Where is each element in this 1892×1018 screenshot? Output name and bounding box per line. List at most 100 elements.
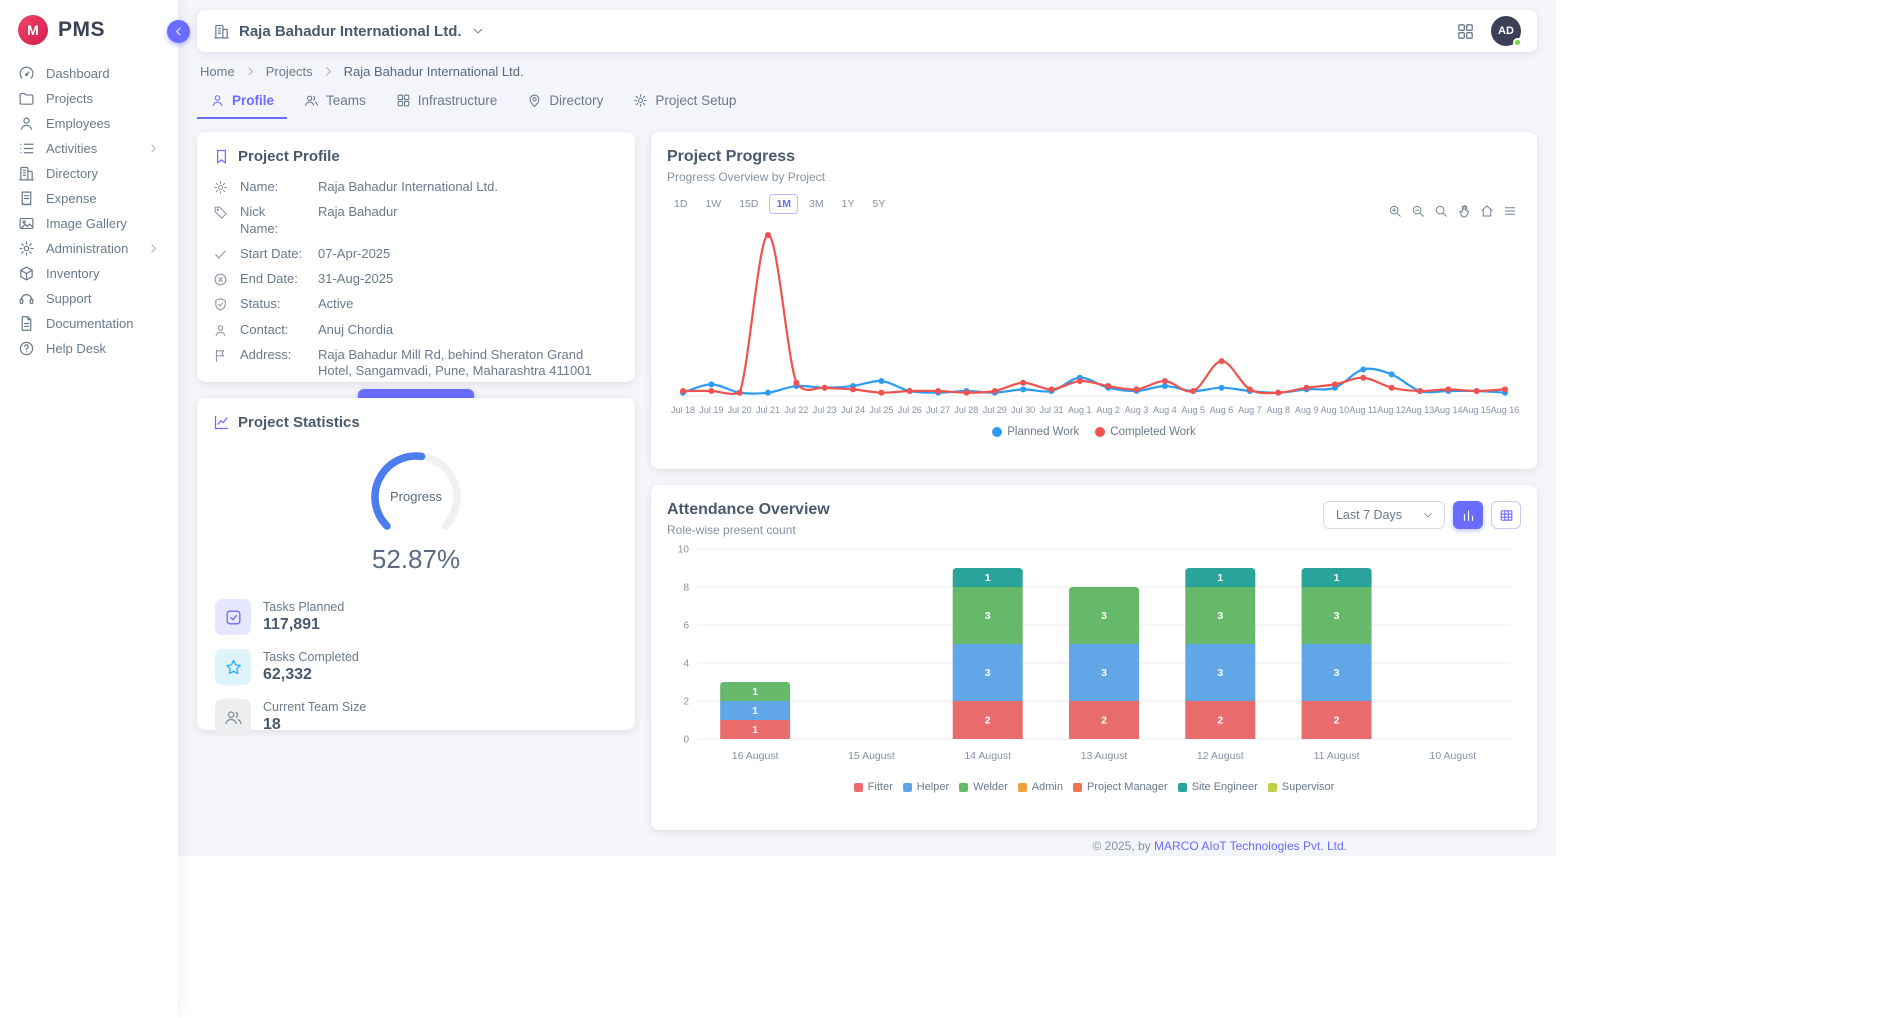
legend-item[interactable]: Planned Work [992,426,1079,438]
breadcrumb-home[interactable]: Home [200,64,235,79]
bar-view-toggle[interactable] [1453,501,1483,529]
svg-text:6: 6 [683,621,689,632]
tab-label: Teams [326,93,366,108]
legend-marker [1073,783,1082,792]
svg-text:2: 2 [1334,715,1340,727]
breadcrumb-projects[interactable]: Projects [266,64,313,79]
field-label: Address: [240,347,306,363]
sidebar: M PMS Dashboard Projects Employees Activ… [0,0,178,1018]
sidebar-item-documentation[interactable]: Documentation [0,311,178,336]
legend-item[interactable]: Project Manager [1073,781,1168,793]
sidebar-item-administration[interactable]: Administration [0,236,178,261]
svg-text:Jul 27: Jul 27 [926,405,950,415]
shield-icon [213,297,228,312]
sidebar-item-support[interactable]: Support [0,286,178,311]
checkbox-icon [224,608,243,627]
stat-label: Current Team Size [263,700,366,714]
profile-field-status: Status: Active [213,296,619,312]
pan-icon[interactable] [1457,204,1471,218]
legend-label: Admin [1032,781,1063,793]
range-1w[interactable]: 1W [698,194,728,214]
legend-marker [992,427,1002,437]
sidebar-item-image-gallery[interactable]: Image Gallery [0,211,178,236]
svg-text:Jul 26: Jul 26 [898,405,922,415]
check-icon [213,247,228,262]
attendance-bar-chart[interactable]: 024681016 August11115 August14 August233… [667,541,1521,777]
stat-value: 62,332 [263,666,359,684]
selection-zoom-icon[interactable] [1434,204,1448,218]
apps-grid-icon[interactable] [1456,22,1475,41]
profile-field-contact: Contact: Anuj Chordia [213,322,619,338]
sidebar-item-inventory[interactable]: Inventory [0,261,178,286]
legend-item[interactable]: Helper [903,781,949,793]
zoom-in-icon[interactable] [1388,204,1402,218]
stat-label: Tasks Planned [263,600,344,614]
chevron-right-icon [147,142,160,155]
table-icon [1499,508,1514,523]
field-value: Raja Bahadur International Ltd. [318,179,619,195]
sidebar-item-employees[interactable]: Employees [0,111,178,136]
range-3m[interactable]: 3M [802,194,831,214]
range-1m[interactable]: 1M [769,194,798,214]
sidebar-item-help-desk[interactable]: Help Desk [0,336,178,361]
range-15d[interactable]: 15D [732,194,765,214]
field-value: Raja Bahadur [318,204,619,220]
svg-text:Aug 11: Aug 11 [1349,405,1377,415]
table-view-toggle[interactable] [1491,501,1521,529]
sidebar-item-activities[interactable]: Activities [0,136,178,161]
tab-directory[interactable]: Directory [514,85,616,119]
date-range-select[interactable]: Last 7 Days [1323,501,1445,529]
legend-marker [854,783,863,792]
legend-item[interactable]: Admin [1018,781,1063,793]
stat-value: 117,891 [263,616,344,634]
zoom-out-icon[interactable] [1411,204,1425,218]
sidebar-collapse-button[interactable] [167,20,190,43]
svg-text:14 August: 14 August [964,750,1011,762]
svg-text:3: 3 [1334,610,1340,622]
svg-text:3: 3 [1217,610,1223,622]
legend-item[interactable]: Site Engineer [1178,781,1258,793]
svg-text:3: 3 [985,667,991,679]
progress-line-chart[interactable]: Jul 18Jul 19Jul 20Jul 21Jul 22Jul 23Jul … [667,214,1521,422]
chart-menu-icon[interactable] [1503,204,1517,218]
svg-text:Jul 23: Jul 23 [813,405,837,415]
tab-profile[interactable]: Profile [197,85,287,119]
tab-teams[interactable]: Teams [291,85,379,119]
sidebar-item-label: Documentation [46,316,133,331]
image-icon [18,215,35,232]
svg-text:Jul 28: Jul 28 [954,405,978,415]
legend-item[interactable]: Fitter [854,781,893,793]
reset-zoom-icon[interactable] [1480,204,1494,218]
company-selector[interactable]: Raja Bahadur International Ltd. [213,23,485,40]
app-logo[interactable]: M PMS [0,0,178,57]
sidebar-item-projects[interactable]: Projects [0,86,178,111]
sidebar-item-expense[interactable]: Expense [0,186,178,211]
tab-infrastructure[interactable]: Infrastructure [383,85,511,119]
sidebar-item-label: Employees [46,116,110,131]
svg-text:Jul 29: Jul 29 [983,405,1007,415]
svg-text:11 August: 11 August [1314,750,1360,762]
footer-link[interactable]: MARCO AIoT Technologies Pvt. Ltd. [1154,839,1347,853]
legend-item[interactable]: Supervisor [1268,781,1335,793]
range-5y[interactable]: 5Y [865,194,892,214]
avatar[interactable]: AD [1491,16,1521,46]
legend-label: Helper [917,781,949,793]
legend-marker [903,783,912,792]
sidebar-item-directory[interactable]: Directory [0,161,178,186]
svg-text:Jul 19: Jul 19 [699,405,723,415]
project-profile-card: Project Profile Name: Raja Bahadur Inter… [197,132,635,382]
svg-text:Aug 16: Aug 16 [1491,405,1520,415]
legend-item[interactable]: Completed Work [1095,426,1195,438]
legend-marker [1095,427,1105,437]
svg-text:Aug 10: Aug 10 [1321,405,1350,415]
range-1y[interactable]: 1Y [835,194,862,214]
card-title: Project Statistics [238,414,360,431]
sidebar-item-dashboard[interactable]: Dashboard [0,61,178,86]
profile-field-end-date: End Date: 31-Aug-2025 [213,271,619,287]
user-icon [213,323,228,338]
range-1d[interactable]: 1D [667,194,694,214]
project-progress-card: Project Progress Progress Overview by Pr… [651,132,1537,469]
tab-project-setup[interactable]: Project Setup [620,85,749,119]
logo-mark: M [18,15,48,45]
legend-item[interactable]: Welder [959,781,1008,793]
